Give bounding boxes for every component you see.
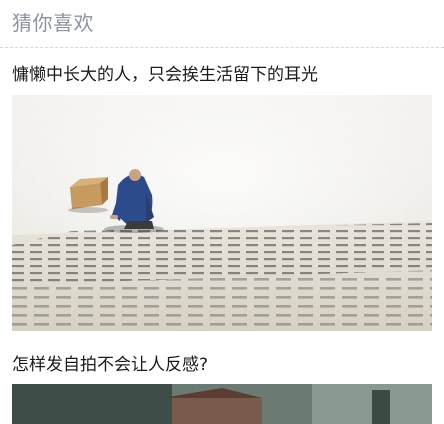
section-title: 猜你喜欢 (12, 11, 94, 35)
article-card[interactable]: 怎样发自拍不会让人反感? (0, 348, 444, 424)
article-title[interactable]: 慵懒中长大的人，只会挨生活留下的耳光 (12, 64, 432, 86)
house-photo-image (12, 384, 432, 424)
article-card[interactable]: 慵懒中长大的人，只会挨生活留下的耳光 (0, 48, 444, 348)
article-thumbnail[interactable] (12, 95, 432, 331)
article-thumbnail[interactable] (12, 384, 432, 424)
book-page-image (12, 95, 432, 331)
article-title[interactable]: 怎样发自拍不会让人反感? (12, 354, 432, 376)
section-header: 猜你喜欢 (0, 0, 444, 48)
